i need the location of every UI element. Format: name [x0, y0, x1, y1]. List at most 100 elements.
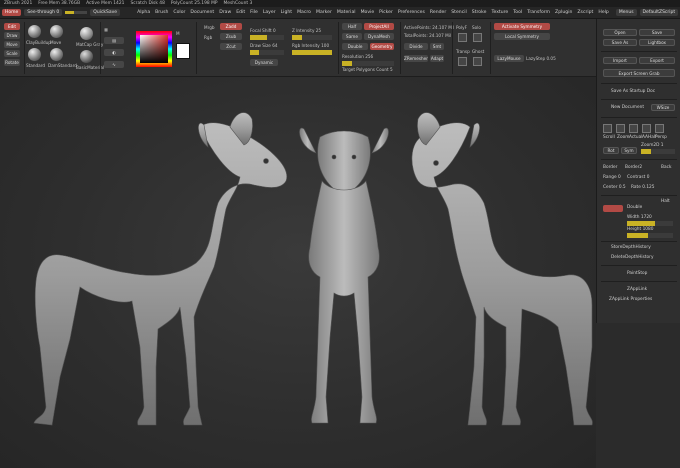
menu-light[interactable]: Light — [281, 10, 292, 15]
adapt-button[interactable]: Adapt — [430, 55, 444, 62]
half-button[interactable]: Half — [342, 23, 362, 30]
zremesher-button[interactable]: ZRemesher — [404, 55, 428, 62]
delete-depth-history-button[interactable]: DeleteDepthHistory — [611, 255, 654, 260]
menu-stencil[interactable]: Stencil — [451, 10, 467, 15]
see-through-slider[interactable]: See-through 0 — [24, 9, 63, 16]
actual-icon[interactable] — [629, 124, 638, 133]
menu-alpha[interactable]: Alpha — [137, 10, 150, 15]
divide-button[interactable]: Divide — [404, 43, 428, 50]
see-through-bar[interactable] — [65, 11, 88, 14]
menu-preferences[interactable]: Preferences — [398, 10, 425, 15]
scroll-icon[interactable] — [603, 124, 612, 133]
menu-material[interactable]: Material — [337, 10, 356, 15]
zoom2d-slider[interactable] — [641, 149, 675, 154]
store-depth-history-button[interactable]: StoreDepthHistory — [611, 245, 651, 250]
aahalf-icon[interactable] — [642, 124, 651, 133]
transp-icon[interactable] — [458, 57, 467, 66]
zcut-button[interactable]: Zcut — [220, 43, 242, 50]
activate-symmetry-button[interactable]: Activate Symmetry — [494, 23, 550, 30]
height-slider[interactable] — [627, 233, 673, 238]
menu-draw[interactable]: Draw — [219, 10, 231, 15]
rgb-intensity-slider[interactable] — [292, 50, 332, 55]
focal-shift-slider[interactable] — [250, 35, 284, 40]
dynamic-button[interactable]: Dynamic — [250, 59, 278, 66]
menu-layer[interactable]: Layer — [263, 10, 276, 15]
polyframe-icon[interactable] — [458, 33, 467, 42]
home-button[interactable]: Home — [2, 9, 22, 16]
menu-texture[interactable]: Texture — [491, 10, 508, 15]
draw-size-slider[interactable] — [250, 50, 284, 55]
save-as-startup-doc-link[interactable]: Save As Startup Doc — [611, 89, 655, 94]
wsize-button[interactable]: WSize — [651, 104, 675, 111]
persp-icon[interactable] — [655, 124, 664, 133]
edit-button[interactable]: Edit — [4, 23, 20, 30]
same-button[interactable]: Same — [342, 33, 362, 40]
zsub-button[interactable]: Zsub — [220, 33, 242, 40]
export-screen-grab-button[interactable]: Export Screen Grab — [603, 69, 675, 77]
menu-help[interactable]: Help — [598, 10, 608, 15]
rot-button[interactable]: Rot — [603, 147, 619, 154]
projectall-button[interactable]: ProjectAll — [364, 23, 394, 30]
matcap-gray-material-icon[interactable] — [80, 27, 93, 40]
save-as-button[interactable]: Save As — [603, 39, 637, 46]
menu-movie[interactable]: Movie — [361, 10, 375, 15]
lightbox-button[interactable]: Lightbox — [639, 39, 675, 46]
zapplink-button[interactable]: ZAppLink — [627, 287, 647, 292]
basic-material-icon[interactable] — [80, 50, 93, 63]
texture-off-button[interactable]: ▤ — [104, 37, 124, 44]
local-symmetry-button[interactable]: Local Symmetry — [494, 33, 550, 40]
scale-button[interactable]: Scale — [4, 50, 20, 57]
quicksave-button[interactable]: QuickSave — [90, 9, 121, 16]
dam-standard-brush-icon[interactable] — [50, 48, 63, 61]
menu-zscript[interactable]: Zscript — [577, 10, 593, 15]
width-slider[interactable] — [627, 221, 673, 226]
menu-file[interactable]: File — [250, 10, 258, 15]
clay-buildup-brush-icon[interactable] — [28, 25, 41, 38]
new-document-button[interactable]: New Document — [611, 105, 644, 110]
menu-marker[interactable]: Marker — [316, 10, 332, 15]
z-intensity-slider[interactable] — [292, 35, 332, 40]
menu-tool[interactable]: Tool — [513, 10, 522, 15]
draw-button[interactable]: Draw — [4, 32, 20, 39]
open-button[interactable]: Open — [603, 29, 637, 36]
move-button[interactable]: Move — [4, 41, 20, 48]
zapplink-properties-button[interactable]: ZAppLink Properties — [609, 297, 652, 302]
standard-brush-icon[interactable] — [28, 48, 41, 61]
default-zscript-button[interactable]: DefaultZScript — [639, 9, 679, 16]
stroke-button[interactable]: ∿ — [104, 61, 124, 68]
export-button[interactable]: Export — [639, 57, 675, 64]
menu-document[interactable]: Document — [190, 10, 214, 15]
import-button[interactable]: Import — [603, 57, 637, 64]
zoom-icon[interactable] — [616, 124, 625, 133]
double-button[interactable]: Double — [342, 43, 368, 50]
menu-zplugin[interactable]: Zplugin — [555, 10, 572, 15]
move-brush-icon[interactable] — [50, 25, 63, 38]
dynamesh-button[interactable]: DynaMesh — [364, 33, 394, 40]
sym-button[interactable]: Sym — [621, 147, 637, 154]
menu-stroke[interactable]: Stroke — [472, 10, 487, 15]
menus-toggle[interactable]: Menus — [615, 9, 637, 16]
color-picker[interactable] — [136, 31, 172, 67]
menu-edit[interactable]: Edit — [236, 10, 245, 15]
smt-button[interactable]: Smt — [430, 43, 444, 50]
halt-toggle[interactable] — [603, 205, 623, 212]
lazy-mouse-button[interactable]: LazyMouse — [494, 55, 524, 62]
main-color-swatch[interactable] — [176, 43, 190, 59]
menu-transform[interactable]: Transform — [527, 10, 550, 15]
menu-macro[interactable]: Macro — [297, 10, 311, 15]
resolution-slider[interactable] — [342, 61, 394, 66]
canvas-viewport[interactable] — [0, 77, 596, 468]
menu-color[interactable]: Color — [173, 10, 185, 15]
menu-render[interactable]: Render — [430, 10, 446, 15]
geometry-button[interactable]: Geometry — [370, 43, 394, 50]
menu-picker[interactable]: Picker — [379, 10, 393, 15]
draw-size-label: Draw Size 64 — [250, 43, 278, 48]
menu-brush[interactable]: Brush — [155, 10, 168, 15]
solo-icon[interactable] — [473, 33, 482, 42]
zadd-button[interactable]: Zadd — [220, 23, 242, 30]
save-button[interactable]: Save — [639, 29, 675, 36]
ghost-icon[interactable] — [473, 57, 482, 66]
alpha-off-button[interactable]: ◐ — [104, 49, 124, 56]
paintstop-button[interactable]: PaintStop — [627, 271, 647, 276]
rotate-button[interactable]: Rotate — [4, 59, 20, 66]
